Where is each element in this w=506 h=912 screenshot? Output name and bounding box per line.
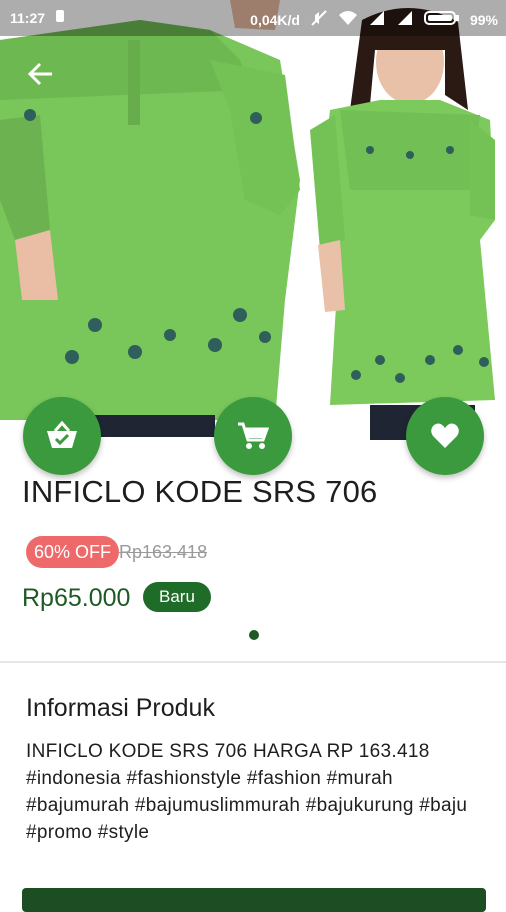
- network-speed: 0,04K/d: [250, 11, 300, 28]
- product-photo: [0, 0, 506, 442]
- battery-level: 99%: [469, 11, 498, 28]
- bottom-action-bar[interactable]: [22, 888, 486, 912]
- wishlist-button[interactable]: [406, 397, 484, 475]
- battery-icon: [423, 10, 460, 29]
- info-heading: Informasi Produk: [26, 694, 215, 722]
- discount-badge: 60% OFF: [26, 536, 120, 568]
- back-arrow-icon: [27, 62, 52, 86]
- wifi-icon: [338, 10, 358, 29]
- product-description: INFICLO KODE SRS 706 HARGA RP 163.418 #i…: [26, 741, 468, 843]
- notification-icon: [53, 9, 67, 26]
- status-bar: 11:27 0,04K/d 99%: [0, 0, 506, 36]
- basket-icon: [47, 421, 77, 448]
- original-price: Rp163.418: [119, 542, 208, 562]
- condition-badge: Baru: [143, 582, 211, 612]
- buy-now-button[interactable]: [23, 397, 101, 475]
- signal-icon-2: [396, 10, 414, 29]
- section-divider: [0, 661, 506, 663]
- back-button[interactable]: [24, 58, 56, 90]
- product-title: INFICLO KODE SRS 706: [22, 474, 378, 509]
- cart-icon: [238, 422, 269, 449]
- heart-icon: [431, 423, 459, 448]
- signal-icon: [368, 10, 386, 29]
- image-pager-dot[interactable]: [249, 630, 259, 640]
- mute-icon: [310, 9, 328, 30]
- product-price: Rp65.000: [22, 584, 131, 612]
- product-image[interactable]: [0, 0, 506, 442]
- add-to-cart-button[interactable]: [214, 397, 292, 475]
- status-time: 11:27: [10, 9, 46, 26]
